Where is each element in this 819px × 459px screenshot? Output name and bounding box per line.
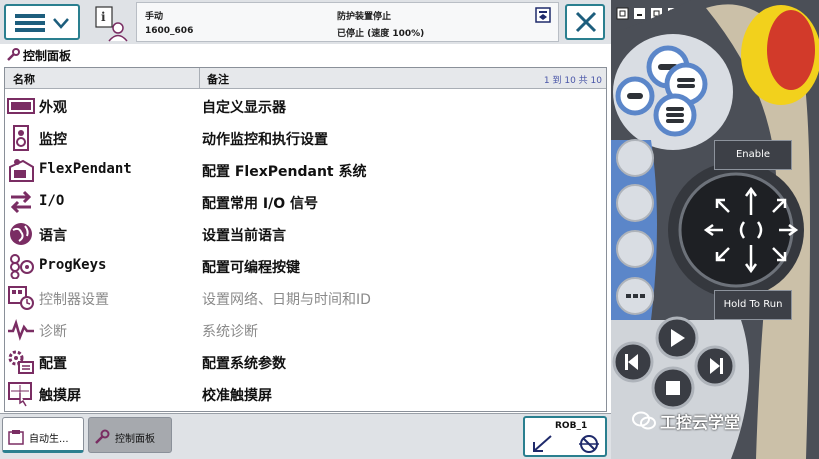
close-icon (575, 11, 597, 33)
svg-text:i: i (101, 10, 106, 24)
pendant-body-graphic (611, 0, 819, 459)
column-header-name[interactable]: 名称 (13, 71, 35, 87)
io-icon (10, 190, 32, 214)
page-header: 控制面板 (0, 44, 611, 66)
table-row[interactable]: 配置 配置系统参数 (5, 346, 606, 378)
table-row[interactable]: 语言 设置当前语言 (5, 218, 606, 250)
row-note: 配置系统参数 (202, 356, 286, 372)
guard-status: 防护装置停止 (337, 12, 392, 22)
row-note: 系统诊断 (202, 324, 258, 340)
row-note: 校准触摸屏 (202, 388, 272, 404)
abb-menu-button[interactable] (4, 4, 80, 40)
table-row[interactable]: 控制器设置 设置网络、日期与时间和ID (5, 282, 606, 314)
task-control-panel[interactable]: 控制面板 (88, 417, 172, 453)
task-auto-production[interactable]: 自动生... (2, 417, 84, 453)
row-name: 配置 (39, 356, 67, 372)
watermark: 工控云学堂 (632, 409, 741, 433)
row-note: 动作监控和执行设置 (202, 132, 328, 148)
page-title: 控制面板 (23, 49, 72, 63)
operating-mode: 手动 (145, 12, 164, 22)
row-note: 设置网络、日期与时间和ID (202, 292, 371, 308)
paging-indicator: 1 到 10 共 10 (543, 76, 602, 86)
table-row[interactable]: ProgKeys 配置可编程按键 (5, 250, 606, 282)
row-name: 诊断 (39, 324, 67, 340)
table-row[interactable]: 监控 动作监控和执行设置 (5, 122, 606, 154)
table-row[interactable]: I/O 配置常用 I/O 信号 (5, 186, 606, 218)
row-name: 语言 (39, 228, 67, 244)
row-note: 自定义显示器 (202, 100, 286, 116)
row-name: 监控 (39, 132, 67, 148)
row-name: 控制器设置 (39, 292, 109, 308)
incremental-icon (579, 435, 599, 453)
row-name: I/O (39, 193, 65, 209)
run-state: 已停止 (速度 100%) (337, 29, 425, 39)
wechat-icon (632, 411, 656, 430)
touchscreen-icon (8, 382, 32, 407)
quickset-icon (535, 7, 551, 23)
mechanical-unit-button[interactable]: ROB_1 (523, 416, 607, 457)
chevron-down-icon (53, 18, 69, 29)
row-note: 配置常用 I/O 信号 (202, 196, 318, 212)
task-bar: 自动生... 控制面板 ROB_1 (0, 413, 611, 459)
control-panel-table: 名称 备注 1 到 10 共 10 外观 自定义显示器 监控 动作监控和执行设置… (4, 67, 607, 412)
row-note: 配置可编程按键 (202, 260, 300, 276)
coordinate-system-icon (533, 435, 552, 452)
controller-settings-icon (8, 286, 34, 310)
wrench-icon (95, 429, 110, 444)
wrench-icon (7, 48, 20, 61)
progkeys-icon (10, 254, 34, 279)
auto-production-icon (8, 430, 24, 445)
system-name: 1600_606 (145, 26, 194, 36)
row-name: ProgKeys (39, 257, 107, 273)
row-note: 设置当前语言 (202, 228, 286, 244)
row-name: FlexPendant (39, 161, 132, 177)
menu-icon (15, 14, 45, 32)
configuration-icon (8, 350, 34, 374)
language-icon (10, 223, 32, 245)
hold-to-run-button[interactable]: Hold To Run (714, 290, 792, 320)
task-label: 自动生... (29, 434, 69, 445)
close-button[interactable] (565, 4, 605, 40)
row-name: 触摸屏 (39, 388, 81, 404)
enable-button[interactable]: Enable (714, 140, 792, 170)
flexpendant-icon (9, 159, 34, 182)
flexpendant-hardware: Enable Hold To Run (611, 0, 819, 459)
task-label: 控制面板 (115, 434, 155, 445)
mechanical-unit-label: ROB_1 (555, 421, 588, 431)
column-divider (199, 68, 200, 88)
top-bar: i 手动 1600_606 防护装置停止 已停止 (速度 100%) (0, 0, 611, 45)
table-row[interactable]: 诊断 系统诊断 (5, 314, 606, 346)
column-header-note[interactable]: 备注 (207, 71, 229, 87)
row-note: 配置 FlexPendant 系统 (202, 164, 367, 180)
table-header: 名称 备注 1 到 10 共 10 (5, 68, 606, 89)
row-name: 外观 (39, 100, 67, 116)
appearance-icon (7, 98, 35, 114)
status-info-icon[interactable]: i (92, 4, 130, 42)
table-row[interactable]: 触摸屏 校准触摸屏 (5, 378, 606, 410)
supervision-icon (13, 125, 29, 151)
table-row[interactable]: 外观 自定义显示器 (5, 90, 606, 122)
table-row[interactable]: FlexPendant 配置 FlexPendant 系统 (5, 154, 606, 186)
status-panel[interactable]: 手动 1600_606 防护装置停止 已停止 (速度 100%) (136, 2, 559, 42)
watermark-text: 工控云学堂 (660, 413, 741, 432)
flexpendant-screen: i 手动 1600_606 防护装置停止 已停止 (速度 100%) 控制面板 … (0, 0, 611, 459)
diagnostics-icon (8, 319, 34, 341)
